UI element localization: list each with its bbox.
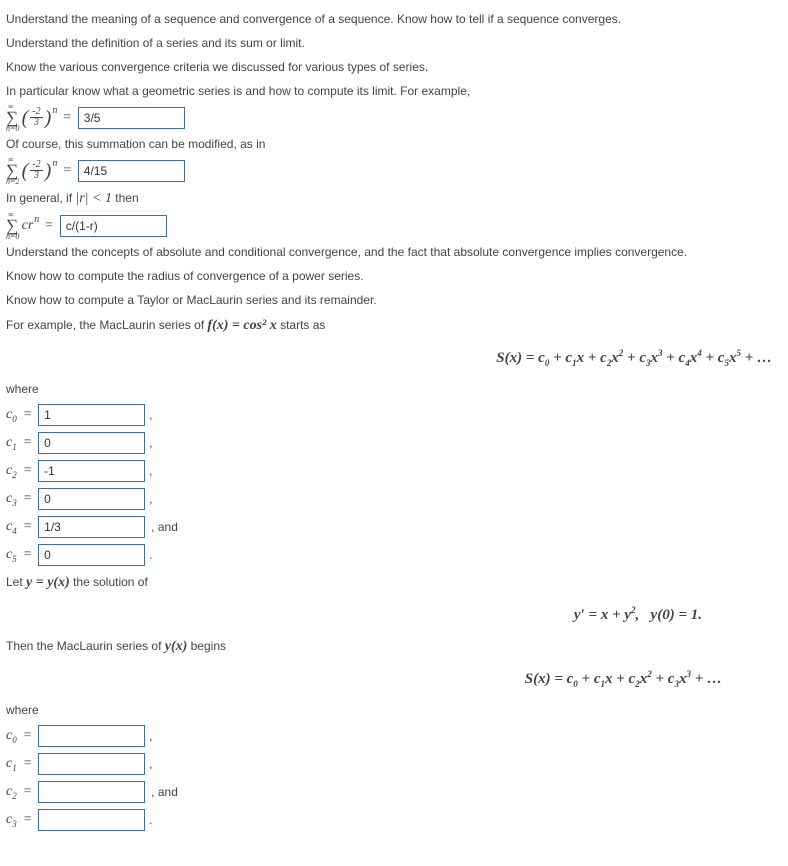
series1-display: S(x) = c0 + c1x + c2x2 + c3x3 + c4x4 + c… bbox=[6, 348, 782, 368]
p6: In general, if |r| < 1 then bbox=[6, 188, 782, 209]
c5-input-1[interactable] bbox=[38, 544, 145, 566]
p7: Understand the concepts of absolute and … bbox=[6, 243, 782, 261]
geom-series-1: ∑∞n=0 (-23)n = bbox=[6, 106, 782, 129]
p11: Let y = y(x) the solution of bbox=[6, 572, 782, 593]
geom1-input[interactable] bbox=[78, 107, 185, 129]
p5: Of course, this summation can be modifie… bbox=[6, 135, 782, 153]
p12: Then the MacLaurin series of y(x) begins bbox=[6, 636, 782, 657]
where2: where bbox=[6, 701, 782, 719]
c1-input-1[interactable] bbox=[38, 432, 145, 454]
c0-input-1[interactable] bbox=[38, 404, 145, 426]
c4-input-1[interactable] bbox=[38, 516, 145, 538]
c2-input-1[interactable] bbox=[38, 460, 145, 482]
c1-input-2[interactable] bbox=[38, 753, 145, 775]
intro-p3: Know the various convergence criteria we… bbox=[6, 58, 782, 76]
geom-series-2: ∑∞n=2 (-23)n = bbox=[6, 159, 782, 182]
intro-p2: Understand the definition of a series an… bbox=[6, 34, 782, 52]
intro-p1: Understand the meaning of a sequence and… bbox=[6, 10, 782, 28]
p10: For example, the MacLaurin series of f(x… bbox=[6, 315, 782, 336]
geom3-input[interactable] bbox=[60, 215, 167, 237]
p9: Know how to compute a Taylor or MacLauri… bbox=[6, 291, 782, 309]
series2-display: S(x) = c0 + c1x + c2x2 + c3x3 + … bbox=[6, 669, 782, 689]
c3-input-2[interactable] bbox=[38, 809, 145, 831]
geom2-input[interactable] bbox=[78, 160, 185, 182]
ode-display: y′ = x + y2, y(0) = 1. bbox=[6, 605, 782, 624]
p8: Know how to compute the radius of conver… bbox=[6, 267, 782, 285]
c2-input-2[interactable] bbox=[38, 781, 145, 803]
where1: where bbox=[6, 380, 782, 398]
geom-series-3: ∑∞n=0 crn = bbox=[6, 215, 782, 237]
c3-input-1[interactable] bbox=[38, 488, 145, 510]
intro-p4: In particular know what a geometric seri… bbox=[6, 82, 782, 100]
c0-input-2[interactable] bbox=[38, 725, 145, 747]
